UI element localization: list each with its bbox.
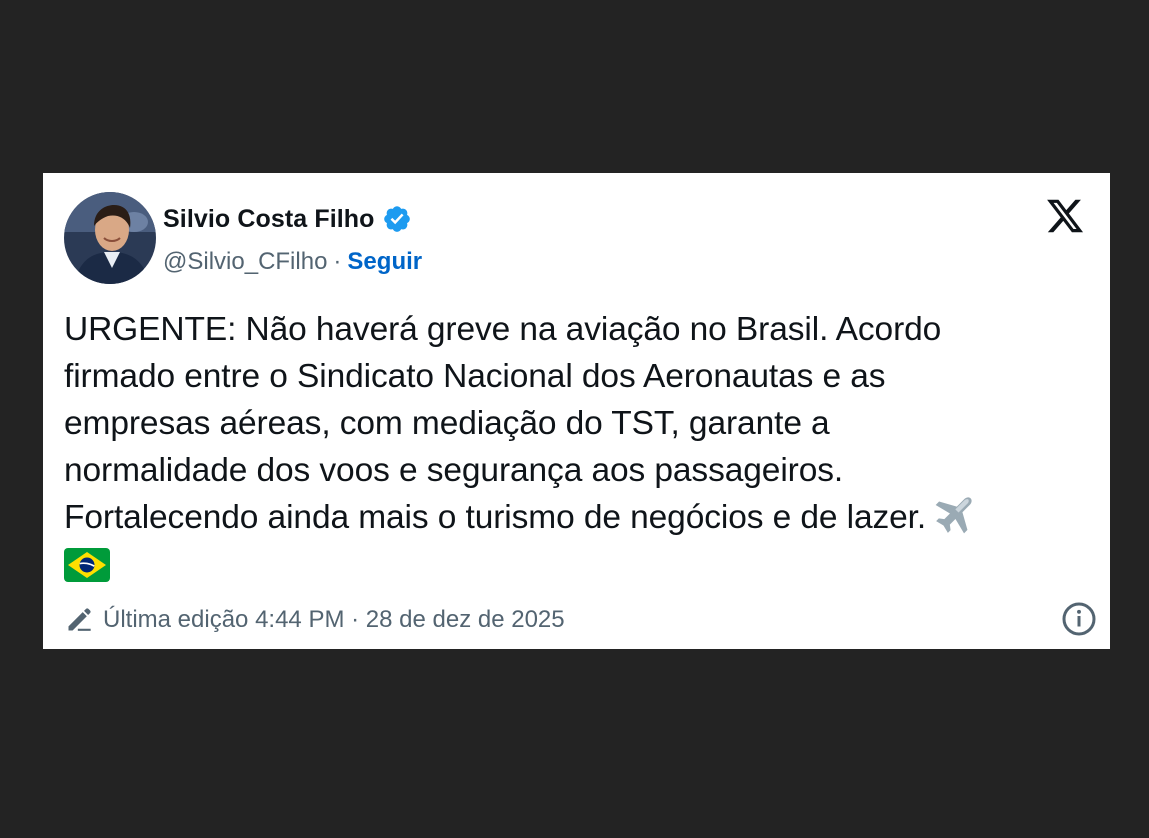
tweet-card: Silvio Costa Filho @Silvio_CFilho · Segu…	[43, 173, 1110, 649]
airplane-emoji-icon	[935, 497, 972, 534]
author-name[interactable]: Silvio Costa Filho	[163, 205, 375, 234]
tweet-line: Fortalecendo ainda mais o turismo de neg…	[64, 499, 927, 536]
edit-info: Última edição 4:44 PM · 28 de dez de 202…	[65, 603, 565, 637]
tweet-line: firmado entre o Sindicato Nacional dos A…	[64, 358, 886, 395]
tweet-line: empresas aéreas, com mediação do TST, ga…	[64, 405, 830, 442]
brazil-flag-icon	[64, 547, 110, 582]
tweet-line-with-emoji: Fortalecendo ainda mais o turismo de neg…	[64, 494, 1104, 541]
follow-button[interactable]: Seguir	[347, 248, 422, 276]
tweet-line: URGENTE: Não haverá greve na aviação no …	[64, 311, 942, 348]
flag-line	[64, 541, 1104, 588]
x-logo-icon[interactable]	[1044, 196, 1086, 236]
author-handle[interactable]: @Silvio_CFilho	[163, 248, 327, 276]
author-handle-row: @Silvio_CFilho · Seguir	[163, 245, 422, 279]
separator-dot: ·	[333, 248, 342, 275]
avatar[interactable]	[64, 192, 156, 284]
pencil-icon	[68, 608, 91, 631]
author-name-row: Silvio Costa Filho	[163, 202, 412, 236]
info-icon[interactable]	[1061, 601, 1097, 637]
tweet-text: URGENTE: Não haverá greve na aviação no …	[64, 306, 1104, 588]
edit-timestamp[interactable]: Última edição 4:44 PM · 28 de dez de 202…	[103, 606, 565, 634]
tweet-line: normalidade dos voos e segurança aos pas…	[64, 452, 844, 489]
verified-badge-icon	[383, 206, 410, 232]
